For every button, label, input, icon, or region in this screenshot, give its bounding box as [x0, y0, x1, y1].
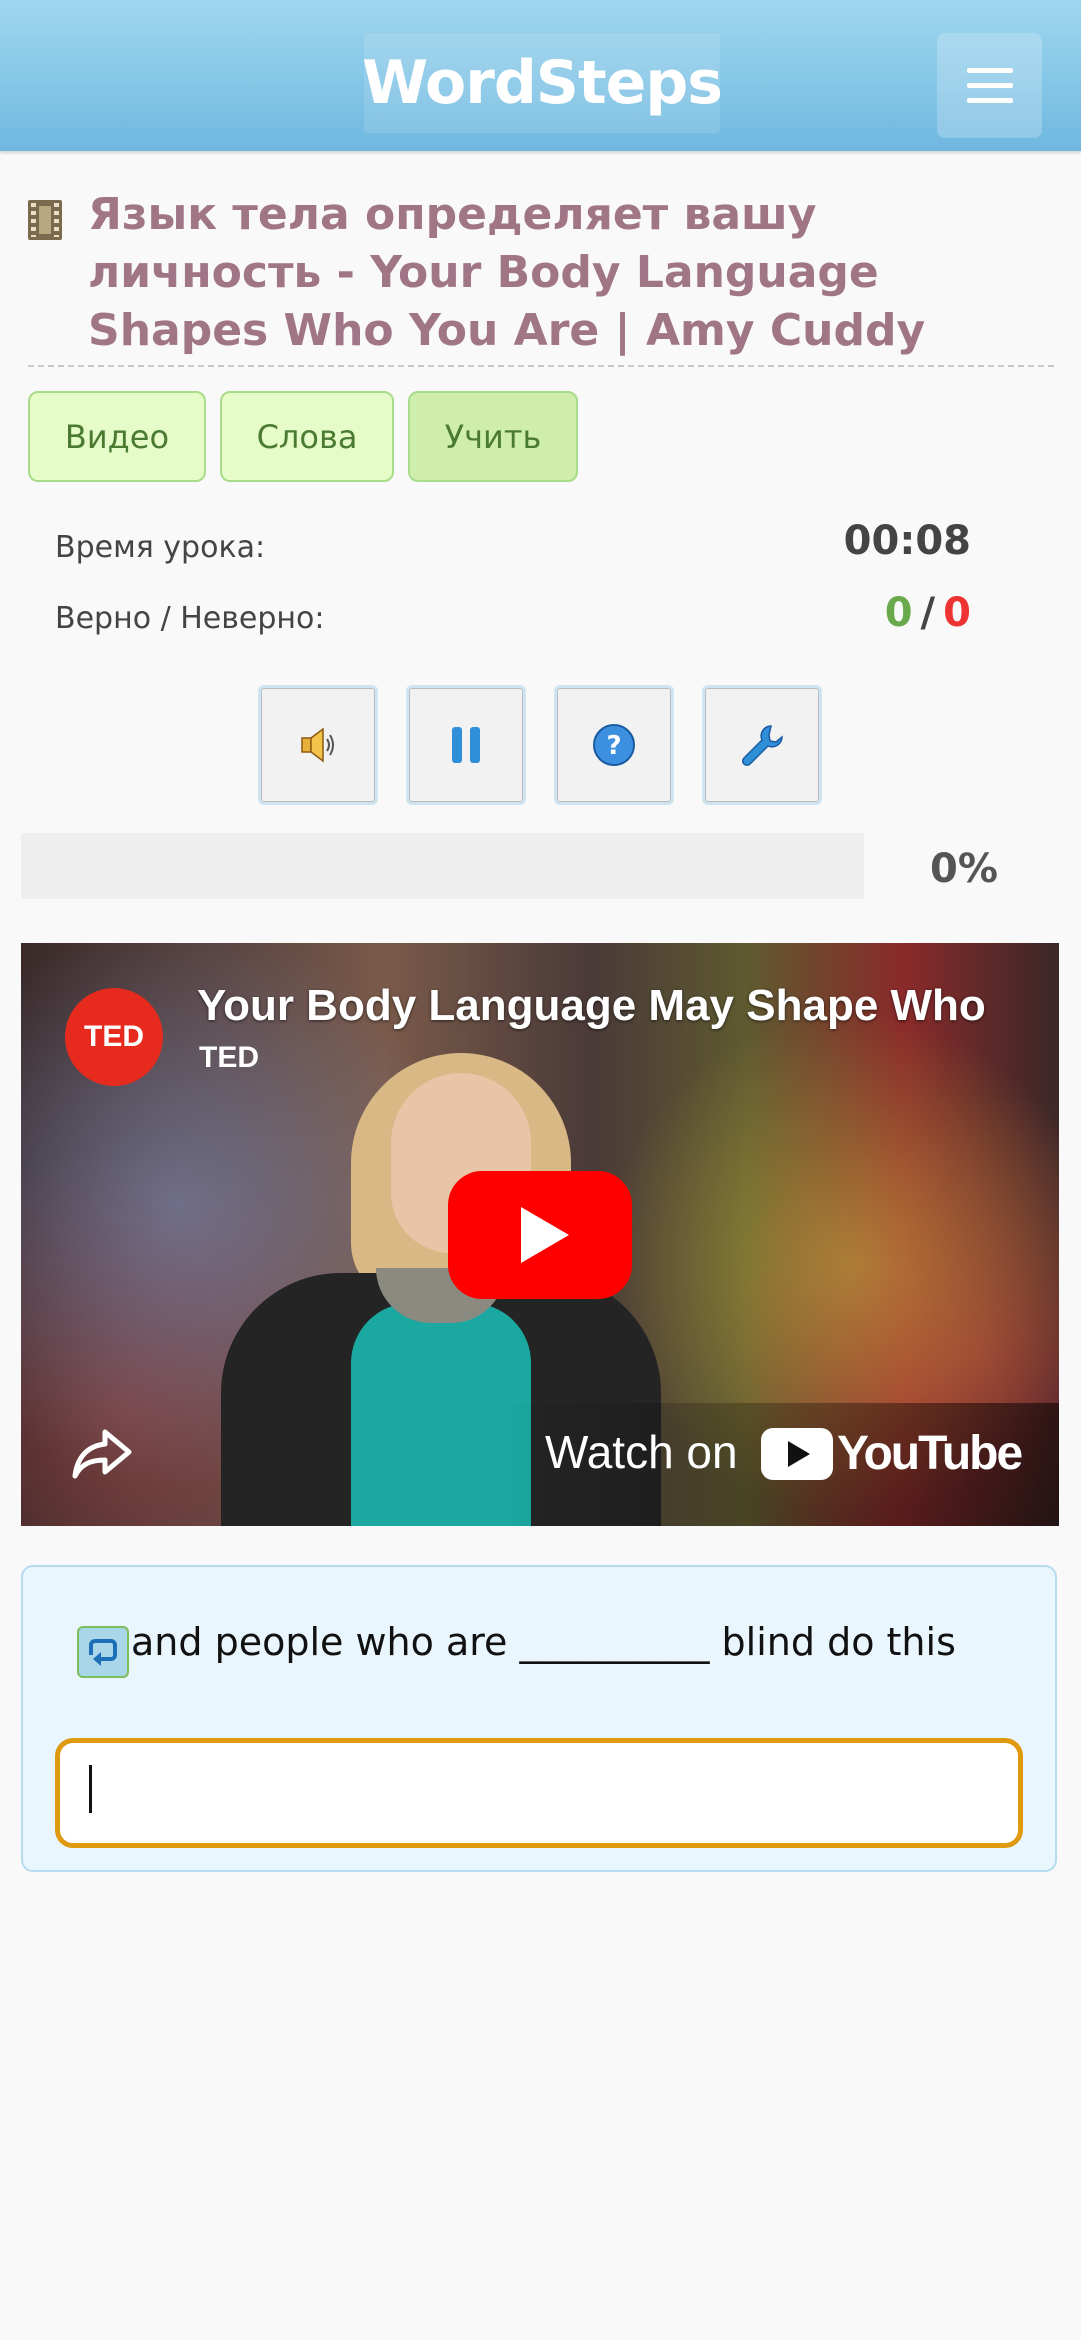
pause-button[interactable] — [406, 685, 526, 805]
channel-logo[interactable]: TED — [65, 988, 163, 1086]
score-label: Верно / Неверно: — [55, 601, 325, 636]
sound-button[interactable] — [258, 685, 378, 805]
film-icon — [28, 200, 62, 240]
video-title[interactable]: Your Body Language May Shape Who — [197, 981, 986, 1031]
pause-icon — [452, 727, 480, 763]
help-icon: ? — [593, 724, 635, 766]
watch-on-label[interactable]: Watch on — [545, 1425, 738, 1479]
correct-count: 0 — [884, 590, 913, 636]
share-icon — [72, 1429, 132, 1479]
lesson-tabs: Видео Слова Учить — [28, 391, 578, 482]
speaker-icon — [301, 727, 334, 763]
wrong-count: 0 — [943, 590, 971, 636]
svg-text:?: ? — [606, 731, 621, 761]
share-button[interactable] — [71, 1428, 133, 1484]
divider — [28, 365, 1054, 367]
tab-video[interactable]: Видео — [28, 391, 206, 482]
lesson-title-block: Язык тела определяет вашу личность - You… — [28, 186, 1054, 360]
video-player[interactable]: TED Your Body Language May Shape Who TED… — [21, 943, 1059, 1526]
tab-words[interactable]: Слова — [220, 391, 394, 482]
help-button[interactable]: ? — [554, 685, 674, 805]
app-header: WordSteps — [0, 0, 1081, 151]
play-button[interactable] — [448, 1171, 632, 1299]
lesson-controls: ? — [258, 685, 822, 805]
answer-input[interactable] — [55, 1738, 1023, 1848]
page-title: Язык тела определяет вашу личность - You… — [88, 189, 926, 356]
lesson-time-label: Время урока: — [55, 530, 266, 565]
youtube-logo[interactable]: YouTube — [761, 1426, 1023, 1481]
menu-button[interactable] — [937, 33, 1042, 138]
logo[interactable]: WordSteps — [361, 33, 723, 133]
text-caret — [89, 1765, 92, 1813]
logo-text: WordSteps — [361, 48, 723, 118]
tab-learn[interactable]: Учить — [408, 391, 578, 482]
settings-button[interactable] — [702, 685, 822, 805]
repeat-icon — [89, 1639, 117, 1666]
exercise-prompt: and people who are __________ blind do t… — [131, 1620, 956, 1664]
progress-bar — [21, 833, 864, 899]
lesson-time-value: 00:08 — [843, 518, 971, 564]
wrench-icon — [742, 725, 783, 766]
score-value: 0/0 — [885, 590, 971, 636]
hamburger-icon — [966, 68, 1013, 73]
repeat-button[interactable] — [77, 1626, 129, 1678]
progress-percent: 0% — [930, 846, 998, 892]
youtube-wordmark: YouTube — [837, 1427, 1023, 1480]
video-channel[interactable]: TED — [199, 1041, 259, 1075]
score-separator: / — [920, 590, 936, 636]
youtube-icon — [761, 1427, 833, 1480]
exercise-card: and people who are __________ blind do t… — [21, 1565, 1057, 1872]
play-icon — [521, 1207, 569, 1263]
